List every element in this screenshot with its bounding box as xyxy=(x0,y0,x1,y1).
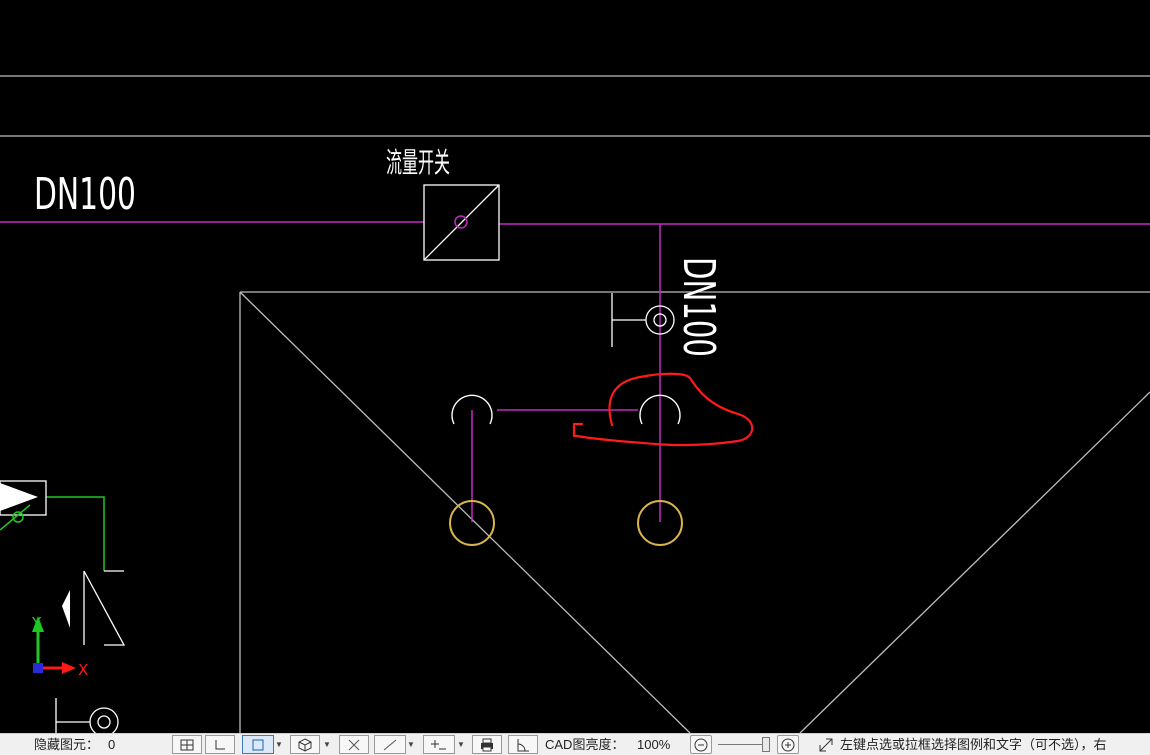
green-pipe-system[interactable] xyxy=(0,480,105,571)
ucs-y-label: Y xyxy=(31,614,42,632)
cad-drawing-canvas[interactable]: DN100 流量开关 DN100 Y X xyxy=(0,0,1150,733)
slash-line-icon xyxy=(383,739,397,750)
cross-icon xyxy=(348,739,360,750)
add-layer-dropdown[interactable]: ▼ xyxy=(456,735,466,754)
zoom-in-icon xyxy=(781,738,795,751)
room-outline xyxy=(239,291,1150,733)
add-layer-button[interactable] xyxy=(423,735,455,754)
plus-list-icon xyxy=(431,739,446,749)
line-tool-button[interactable] xyxy=(374,735,406,754)
check-valve-symbol[interactable] xyxy=(62,570,126,646)
select-box-icon xyxy=(252,739,264,750)
brightness-increase-button[interactable] xyxy=(777,735,799,754)
print-button[interactable] xyxy=(472,735,502,754)
grid-icon xyxy=(180,739,194,750)
ortho-icon xyxy=(215,739,225,749)
status-bar: 隐藏图元： 0 ▼ ▼ ▼ ▼ CAD图亮度： 100% 左键点选或拉框选择图例… xyxy=(0,733,1150,755)
3d-view-button[interactable] xyxy=(290,735,320,754)
grid-toggle-button[interactable] xyxy=(172,735,202,754)
flow-switch-symbol[interactable] xyxy=(423,184,500,261)
cube-icon xyxy=(298,737,312,752)
cad-brightness-label: CAD图亮度： xyxy=(545,737,625,752)
angle-icon xyxy=(517,738,529,751)
line-tool-dropdown[interactable]: ▼ xyxy=(406,735,416,754)
delete-button[interactable] xyxy=(339,735,369,754)
bottom-valve-symbol[interactable] xyxy=(55,698,119,733)
pipe-size-label[interactable]: DN100 xyxy=(34,169,136,220)
ortho-toggle-button[interactable] xyxy=(205,735,235,754)
printer-icon xyxy=(481,738,493,751)
brightness-slider-thumb[interactable] xyxy=(762,737,770,752)
end-test-valve-symbol[interactable] xyxy=(611,293,675,347)
brightness-decrease-button[interactable] xyxy=(690,735,712,754)
zoom-out-icon xyxy=(694,738,708,751)
cad-brightness-value: 100% xyxy=(637,737,671,752)
hidden-elements-count: 0 xyxy=(108,737,116,752)
status-hint-text: 左键点选或拉框选择图例和文字（可不选），右 xyxy=(840,737,1107,752)
select-mode-button[interactable] xyxy=(242,735,274,754)
select-mode-dropdown[interactable]: ▼ xyxy=(274,735,284,754)
measure-button[interactable] xyxy=(508,735,538,754)
flow-switch-label[interactable]: 流量开关 xyxy=(386,146,450,179)
ucs-x-label: X xyxy=(78,661,88,679)
select-hint-icon xyxy=(819,738,833,752)
branch-pipe-size-label[interactable]: DN100 xyxy=(673,257,724,357)
3d-view-dropdown[interactable]: ▼ xyxy=(322,735,332,754)
brightness-slider-track[interactable] xyxy=(718,744,766,745)
hidden-elements-label: 隐藏图元： xyxy=(34,737,100,752)
